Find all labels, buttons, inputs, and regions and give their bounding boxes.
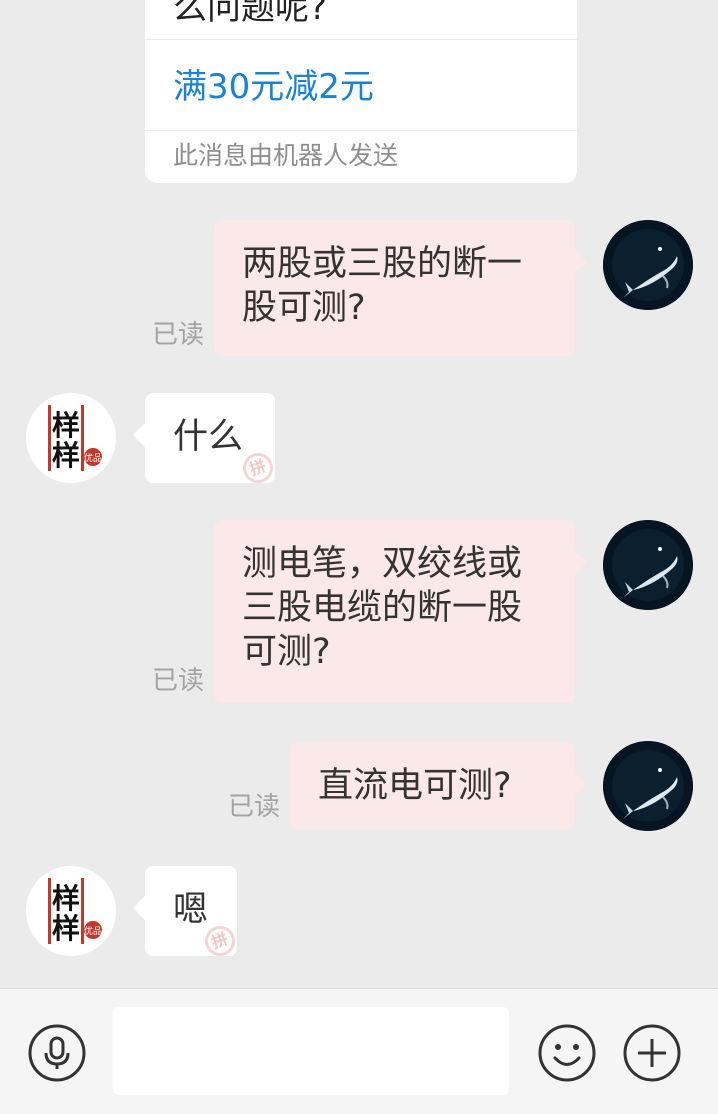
koi-fish-icon	[603, 220, 693, 310]
emoji-button[interactable]	[537, 1023, 597, 1083]
more-options-button[interactable]	[622, 1023, 682, 1083]
microphone-icon	[28, 1024, 86, 1082]
robot-sent-note: 此消息由机器人发送	[173, 141, 399, 170]
watermark-icon: 拼	[238, 448, 278, 488]
promo-link[interactable]: 满30元减2元	[173, 65, 374, 109]
shop-logo-icon: 样 样 优品	[26, 866, 116, 956]
self-avatar[interactable]	[603, 220, 693, 310]
read-status: 已读	[228, 792, 281, 822]
koi-fish-icon	[603, 520, 693, 610]
plus-icon	[623, 1024, 681, 1082]
incoming-message-bubble[interactable]: 什么 拼	[133, 393, 278, 488]
svg-text:优品: 优品	[84, 925, 102, 937]
voice-input-button[interactable]	[27, 1023, 87, 1083]
read-status: 已读	[152, 320, 205, 350]
outgoing-message-bubble[interactable]: 直流电可测?	[290, 742, 587, 829]
read-status: 已读	[152, 666, 205, 696]
chat-input-bar	[0, 988, 718, 1114]
svg-text:样: 样	[52, 409, 80, 442]
robot-message-card: 么问题呢? 满30元减2元 此消息由机器人发送	[145, 0, 577, 183]
card-divider	[145, 130, 577, 131]
outgoing-message-bubble[interactable]: 两股或三股的断一股可测?	[214, 220, 587, 356]
outgoing-message-bubble[interactable]: 测电笔，双绞线或三股电缆的断一股可测?	[214, 520, 587, 703]
shop-avatar[interactable]: 样 样 优品	[26, 866, 116, 956]
emoji-icon	[538, 1024, 596, 1082]
svg-text:样: 样	[52, 912, 80, 945]
message-text: 两股或三股的断一股可测?	[242, 244, 523, 328]
svg-text:优品: 优品	[84, 452, 102, 464]
koi-fish-icon	[603, 741, 693, 831]
shop-avatar[interactable]: 样 样 优品	[26, 393, 116, 483]
message-text: 直流电可测?	[318, 766, 512, 806]
shop-logo-icon: 样 样 优品	[26, 393, 116, 483]
svg-text:样: 样	[52, 439, 80, 472]
self-avatar[interactable]	[603, 520, 693, 610]
incoming-message-bubble[interactable]: 嗯 拼	[133, 866, 240, 961]
self-avatar[interactable]	[603, 741, 693, 831]
card-question-text: 么问题呢?	[173, 0, 328, 28]
message-input[interactable]	[113, 1007, 509, 1095]
message-text: 什么	[173, 417, 244, 457]
svg-text:样: 样	[52, 882, 80, 915]
card-divider	[145, 39, 577, 40]
message-text: 嗯	[173, 890, 209, 930]
message-text: 测电笔，双绞线或三股电缆的断一股可测?	[242, 544, 523, 672]
